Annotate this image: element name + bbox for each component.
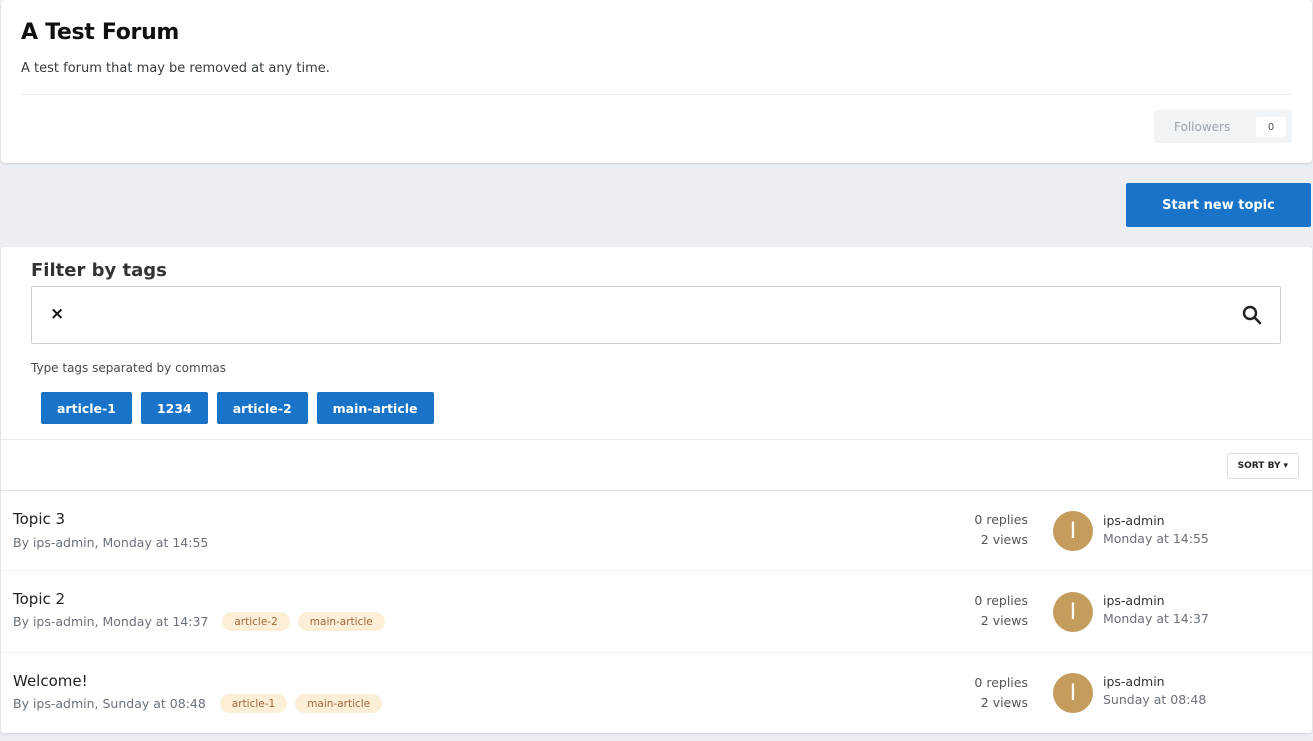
tag-filter-input[interactable]: × <box>31 286 1281 344</box>
sort-by-label: SORT BY <box>1237 461 1281 471</box>
followers-button[interactable]: Followers 0 <box>1154 110 1292 143</box>
topic-tags: article-1 main-article <box>219 694 383 713</box>
replies-count: 0 replies <box>974 512 1028 527</box>
topic-tag[interactable]: article-1 <box>219 694 288 713</box>
tag-button-list: article-1 1234 article-2 main-article <box>41 392 434 424</box>
topic-tags: article-2 main-article <box>222 612 385 631</box>
views-count: 2 views <box>980 532 1028 547</box>
filter-title: Filter by tags <box>31 260 167 281</box>
topic-author-date[interactable]: By ips-admin, Sunday at 08:48 <box>13 696 206 711</box>
search-icon[interactable] <box>1242 305 1262 325</box>
sort-bar: SORT BY ▾ <box>1 439 1312 491</box>
topic-row: Topic 2 By ips-admin, Monday at 14:37 ar… <box>1 571 1312 653</box>
forum-description: A test forum that may be removed at any … <box>21 61 330 76</box>
topic-author-date[interactable]: By ips-admin, Monday at 14:55 <box>13 535 208 550</box>
topic-meta: By ips-admin, Monday at 14:55 <box>13 535 208 550</box>
header-divider <box>21 94 1292 95</box>
topic-title[interactable]: Topic 3 <box>13 510 65 528</box>
topic-author-date[interactable]: By ips-admin, Monday at 14:37 <box>13 614 208 629</box>
topic-stats: 0 replies 2 views <box>974 673 1028 713</box>
last-poster-name[interactable]: ips-admin <box>1103 593 1165 608</box>
topic-stats: 0 replies 2 views <box>974 591 1028 631</box>
topic-row: Topic 3 By ips-admin, Monday at 14:55 0 … <box>1 491 1312 571</box>
avatar[interactable]: I <box>1053 592 1093 632</box>
followers-count: 0 <box>1256 117 1286 137</box>
topic-tag[interactable]: main-article <box>295 694 383 713</box>
tag-button[interactable]: main-article <box>316 392 434 424</box>
forum-header: A Test Forum A test forum that may be re… <box>1 0 1312 163</box>
topic-meta: By ips-admin, Monday at 14:37 article-2 … <box>13 612 385 631</box>
topic-title[interactable]: Topic 2 <box>13 590 65 608</box>
filter-hint: Type tags separated by commas <box>31 361 226 375</box>
replies-count: 0 replies <box>974 675 1028 690</box>
topic-tag[interactable]: main-article <box>297 612 385 631</box>
tag-button[interactable]: article-2 <box>216 392 308 424</box>
last-post-time[interactable]: Monday at 14:55 <box>1103 531 1209 546</box>
topic-stats: 0 replies 2 views <box>974 510 1028 550</box>
avatar[interactable]: I <box>1053 511 1093 551</box>
topic-title[interactable]: Welcome! <box>13 672 88 690</box>
last-post-time[interactable]: Sunday at 08:48 <box>1103 692 1206 707</box>
start-new-topic-button[interactable]: Start new topic <box>1126 183 1311 227</box>
last-poster-name[interactable]: ips-admin <box>1103 513 1165 528</box>
clear-icon[interactable]: × <box>50 305 68 323</box>
topic-row: Welcome! By ips-admin, Sunday at 08:48 a… <box>1 653 1312 733</box>
replies-count: 0 replies <box>974 593 1028 608</box>
views-count: 2 views <box>980 695 1028 710</box>
tag-button[interactable]: 1234 <box>140 392 208 424</box>
followers-label: Followers <box>1174 119 1231 134</box>
topic-tag[interactable]: article-2 <box>222 612 290 631</box>
sort-by-button[interactable]: SORT BY ▾ <box>1226 453 1299 479</box>
last-post-time[interactable]: Monday at 14:37 <box>1103 611 1209 626</box>
topic-meta: By ips-admin, Sunday at 08:48 article-1 … <box>13 694 383 713</box>
forum-title: A Test Forum <box>21 20 180 45</box>
last-poster-name[interactable]: ips-admin <box>1103 674 1165 689</box>
views-count: 2 views <box>980 613 1028 628</box>
avatar[interactable]: I <box>1053 673 1093 713</box>
caret-down-icon: ▾ <box>1283 461 1288 471</box>
tag-button[interactable]: article-1 <box>41 392 132 424</box>
topic-list-container: Filter by tags × Type tags separated by … <box>1 247 1312 733</box>
